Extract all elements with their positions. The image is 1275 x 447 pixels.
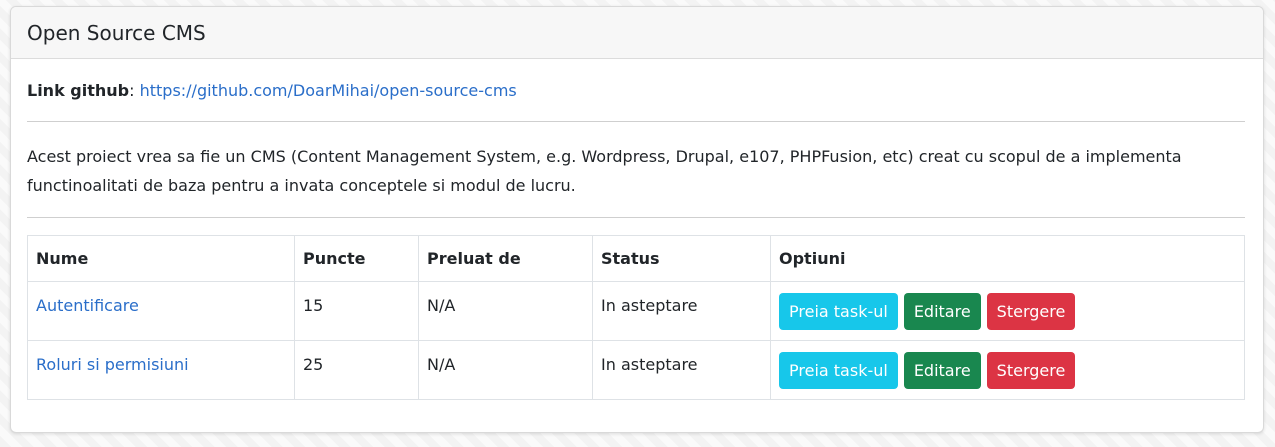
divider-bottom (27, 217, 1245, 218)
task-points: 15 (294, 281, 419, 341)
task-taken-by: N/A (418, 281, 593, 341)
card-header: Open Source CMS (11, 7, 1263, 59)
edit-task-button[interactable]: Editare (903, 293, 981, 330)
edit-task-button[interactable]: Editare (903, 352, 981, 389)
github-link[interactable]: https://github.com/DoarMihai/open-source… (140, 81, 517, 100)
table-row: Autentificare 15 N/A In asteptare Preia … (27, 281, 1245, 341)
page-title: Open Source CMS (27, 20, 206, 45)
table-header-row: Nume Puncte Preluat de Status Optiuni (27, 235, 1245, 282)
project-description: Acest proiect vrea sa fie un CMS (Conten… (27, 147, 1182, 195)
column-header-name: Nume (27, 235, 295, 282)
table-row: Roluri si permisiuni 25 N/A In asteptare… (27, 340, 1245, 400)
take-task-button[interactable]: Preia task-ul (779, 293, 898, 330)
delete-task-button[interactable]: Stergere (986, 352, 1076, 389)
column-header-points: Puncte (294, 235, 419, 282)
task-status: In asteptare (592, 281, 771, 341)
task-taken-by: N/A (418, 340, 593, 400)
task-status: In asteptare (592, 340, 771, 400)
column-header-options: Optiuni (770, 235, 1245, 282)
task-points: 25 (294, 340, 419, 400)
tasks-table: Nume Puncte Preluat de Status Optiuni Au… (27, 235, 1245, 400)
task-options: Preia task-ul Editare Stergere (770, 281, 1245, 341)
delete-task-button[interactable]: Stergere (986, 293, 1076, 330)
github-label: Link github (27, 80, 130, 100)
take-task-button[interactable]: Preia task-ul (779, 352, 898, 389)
task-link-autentificare[interactable]: Autentificare (36, 296, 139, 315)
card-body: Link github: https://github.com/DoarMiha… (11, 59, 1263, 400)
column-header-status: Status (592, 235, 771, 282)
task-link-roluri[interactable]: Roluri si permisiuni (36, 355, 189, 374)
github-separator: : (129, 80, 135, 100)
column-header-taken-by: Preluat de (418, 235, 593, 282)
project-card: Open Source CMS Link github: https://git… (10, 6, 1264, 433)
github-line: Link github: https://github.com/DoarMiha… (27, 59, 1245, 121)
task-options: Preia task-ul Editare Stergere (770, 340, 1245, 400)
